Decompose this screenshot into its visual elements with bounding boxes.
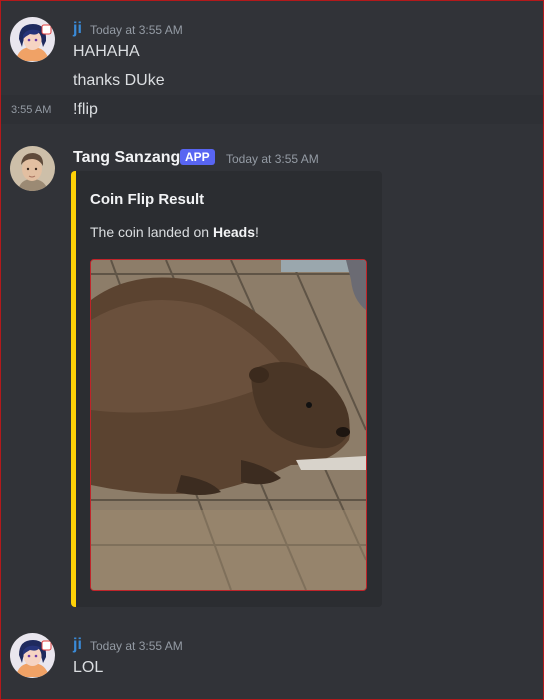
beaver-photo-icon xyxy=(91,260,366,590)
embed-desc-suffix: ! xyxy=(255,224,259,240)
message-timestamp: Today at 3:55 AM xyxy=(90,639,183,653)
bot-username[interactable]: Tang Sanzang xyxy=(73,149,180,167)
message-timestamp: Today at 3:55 AM xyxy=(226,152,319,166)
username-label[interactable]: ji xyxy=(73,20,82,37)
embed-title: Coin Flip Result xyxy=(90,191,205,208)
message-timestamp: Today at 3:55 AM xyxy=(90,23,183,37)
user-avatar[interactable] xyxy=(10,633,55,678)
embed-desc-bold: Heads xyxy=(212,224,256,240)
message-side-timestamp: 3:55 AM xyxy=(11,104,52,116)
embed-image[interactable] xyxy=(90,259,367,591)
app-badge: APP xyxy=(180,149,215,165)
message-text: HAHAHA xyxy=(73,43,140,60)
message-text: thanks DUke xyxy=(73,72,165,89)
embed-desc-text: The coin landed on xyxy=(90,224,213,240)
embed-description: The coin landed on Heads! xyxy=(90,224,259,240)
username[interactable]: ji xyxy=(73,20,82,38)
username[interactable]: ji xyxy=(73,636,82,654)
anime-avatar-icon xyxy=(10,17,55,62)
anime-avatar-icon xyxy=(10,633,55,678)
bot-avatar[interactable] xyxy=(10,146,55,191)
message-text: !flip xyxy=(73,101,98,118)
user-avatar[interactable] xyxy=(10,17,55,62)
portrait-avatar-icon xyxy=(10,146,55,191)
message-text: LOL xyxy=(73,659,104,676)
embed-card: Coin Flip Result The coin landed on Head… xyxy=(71,171,382,607)
